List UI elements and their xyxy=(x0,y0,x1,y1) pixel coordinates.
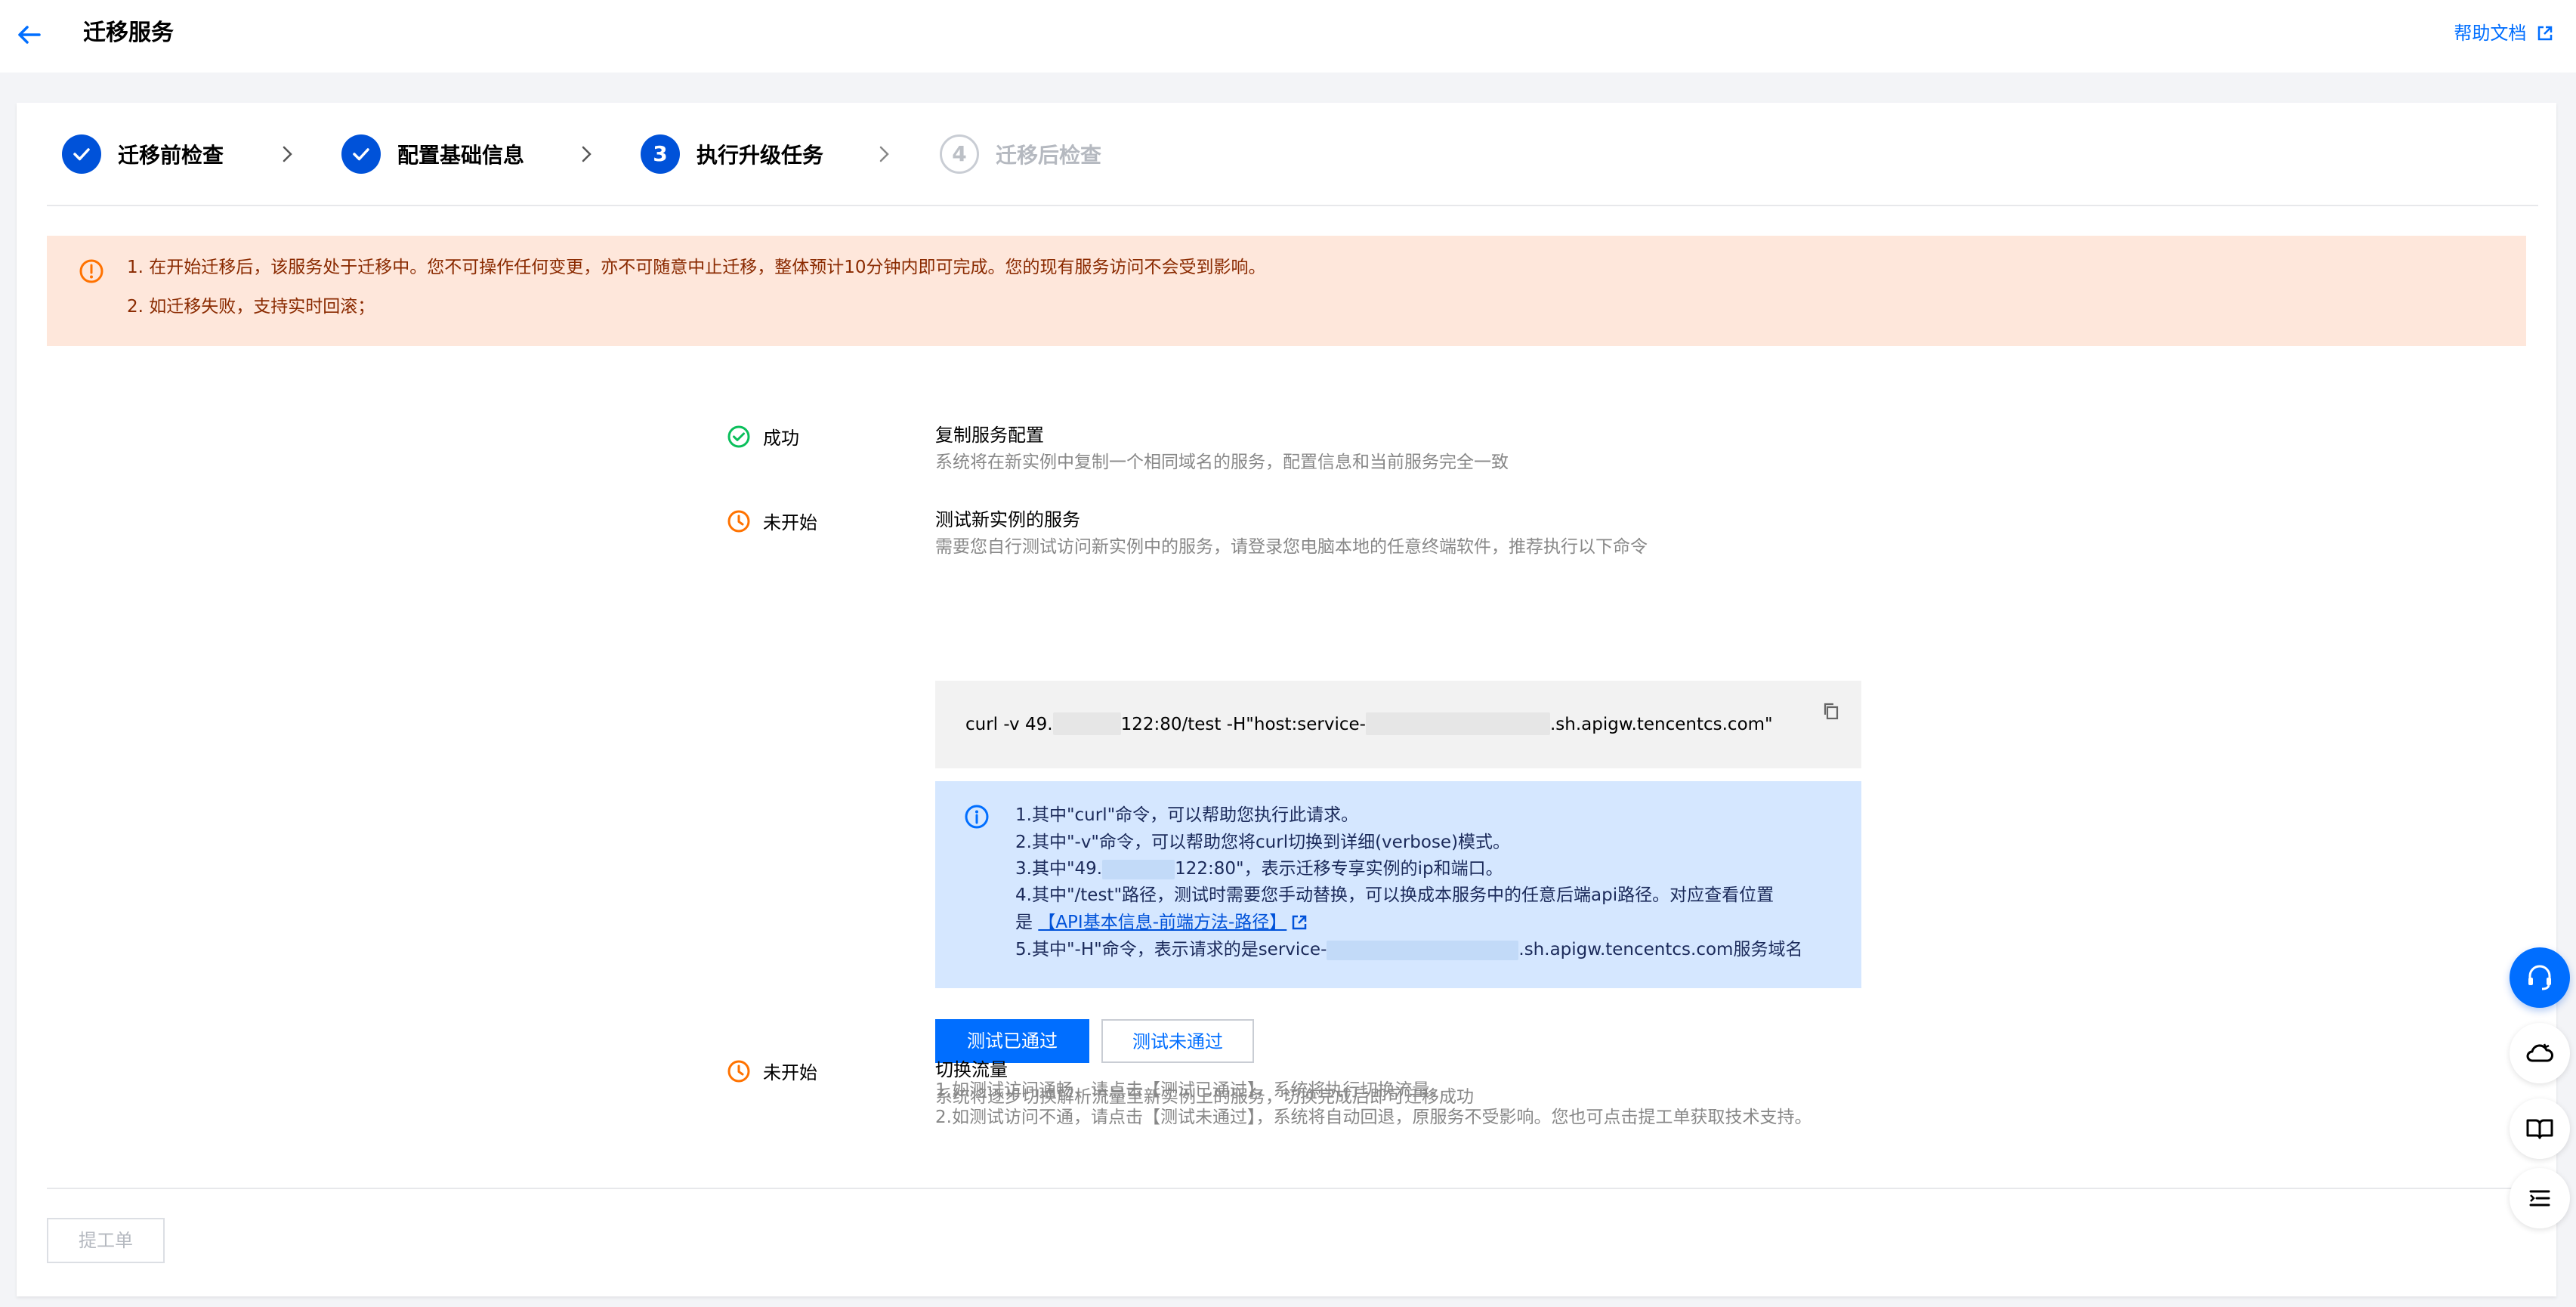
check-icon xyxy=(353,148,369,161)
redacted-text xyxy=(1365,712,1550,735)
page-title: 迁移服务 xyxy=(83,20,174,46)
chevron-right-icon xyxy=(582,146,591,162)
task-status: 成功 xyxy=(727,423,799,450)
task-title: 切换流量 xyxy=(935,1059,1008,1080)
command-text[interactable]: curl -v 49. 122:80/test -H"host:service-.… xyxy=(965,711,1773,738)
command-part: .sh.apigw.tencentcs.com" xyxy=(1549,715,1773,734)
top-bar: 迁移服务 帮助文档 xyxy=(0,0,2576,73)
info-text: 5.其中"-H"命令，表示请求的是service- .sh.apigw.tence… xyxy=(1015,937,1802,962)
copy-icon[interactable] xyxy=(1821,700,1842,721)
step-label: 执行升级任务 xyxy=(697,143,824,168)
task-title: 复制服务配置 xyxy=(935,425,1044,446)
headset-icon xyxy=(2528,965,2551,990)
steps-bar: 迁移前检查 配置基础信息 3 执行升级任务 4 迁移后检查 xyxy=(47,133,2510,175)
check-icon xyxy=(73,148,90,161)
info-circle-icon xyxy=(965,805,989,829)
step-label: 配置基础信息 xyxy=(397,143,525,168)
cloud-icon xyxy=(2526,1043,2553,1062)
help-docs-label: 帮助文档 xyxy=(2454,23,2527,44)
info-text-part: 3.其中"49. xyxy=(1015,859,1103,879)
step-label: 迁移后检查 xyxy=(996,143,1102,168)
api-path-doc-label: 【API基本信息-前端方法-路径】 xyxy=(1038,913,1287,932)
step-label: 迁移前检查 xyxy=(118,143,224,168)
task-status: 未开始 xyxy=(727,508,817,534)
alert-text: 2. 如迁移失败，支持实时回滚； xyxy=(127,297,375,317)
arrow-left-icon[interactable] xyxy=(15,21,42,48)
command-part: curl -v 49. xyxy=(965,715,1053,734)
step-pre-check: 迁移前检查 xyxy=(62,133,224,175)
redacted-text xyxy=(1052,712,1121,735)
list-indent-icon xyxy=(2529,1190,2550,1207)
step-number-badge: 3 xyxy=(641,134,680,174)
command-part: 122:80/test -H"host:service- xyxy=(1120,715,1366,734)
info-text-part: 5.其中"-H"命令，表示请求的是service- xyxy=(1015,940,1327,959)
info-text-part: .sh.apigw.tencentcs.com服务域名 xyxy=(1518,940,1803,959)
task-status-text: 成功 xyxy=(763,428,799,449)
clock-icon xyxy=(727,510,750,532)
submit-ticket-button[interactable]: 提工单 xyxy=(47,1218,165,1263)
info-text-part: 122:80"，表示迁移专享实例的ip和端口。 xyxy=(1175,859,1503,879)
clock-icon xyxy=(727,1060,750,1082)
redacted-text xyxy=(1327,941,1519,960)
step-basic-config: 配置基础信息 xyxy=(341,133,524,175)
api-path-doc-link[interactable]: 【API基本信息-前端方法-路径】 xyxy=(1038,913,1308,932)
task-status-text: 未开始 xyxy=(763,512,817,533)
divider xyxy=(47,1188,2538,1189)
info-box: 1.其中"curl"命令，可以帮助您执行此请求。 2.其中"-v"命令，可以帮助… xyxy=(935,781,1861,988)
external-link-icon xyxy=(1293,915,1307,930)
chevron-right-icon xyxy=(283,146,292,162)
step-number: 3 xyxy=(653,141,668,166)
warning-circle-icon xyxy=(79,259,103,283)
test-passed-button[interactable]: 测试已通过 xyxy=(935,1019,1089,1063)
step-execute-upgrade: 3 执行升级任务 xyxy=(641,133,823,175)
step-done-badge xyxy=(62,134,101,174)
step-number: 4 xyxy=(952,141,967,166)
info-text: 2.其中"-v"命令，可以帮助您将curl切换到详细(verbose)模式。 xyxy=(1015,833,1511,852)
docs-button[interactable] xyxy=(2510,1098,2570,1159)
info-text: 1.其中"curl"命令，可以帮助您执行此请求。 xyxy=(1015,805,1359,825)
book-icon xyxy=(2526,1119,2553,1139)
task-desc: 需要您自行测试访问新实例中的服务，请登录您电脑本地的任意终端软件，推荐执行以下命… xyxy=(935,537,1648,557)
chevron-right-icon xyxy=(879,146,889,162)
cloud-service-button[interactable] xyxy=(2510,1023,2570,1083)
task-desc: 系统将在新实例中复制一个相同域名的服务，配置信息和当前服务完全一致 xyxy=(935,453,1509,472)
external-link-icon xyxy=(2537,26,2553,41)
outline-menu-button[interactable] xyxy=(2510,1168,2570,1228)
step-done-badge xyxy=(341,134,381,174)
info-text: 4.其中"/test"路径，测试时需要您手动替换，可以换成本服务中的任意后端ap… xyxy=(1015,885,1774,905)
command-box: curl -v 49. 122:80/test -H"host:service-.… xyxy=(935,681,1861,768)
task-status: 未开始 xyxy=(727,1058,817,1084)
task-title: 测试新实例的服务 xyxy=(935,509,1080,530)
main-card: 迁移前检查 配置基础信息 3 执行升级任务 4 迁移后检查 1. 在开始迁移后，… xyxy=(17,103,2556,1296)
info-text-part: 是 xyxy=(1015,913,1039,932)
task-status-text: 未开始 xyxy=(763,1062,817,1083)
info-text: 是 【API基本信息-前端方法-路径】 xyxy=(1015,910,1308,935)
customer-service-button[interactable] xyxy=(2510,947,2570,1008)
step-post-check: 4 迁移后检查 xyxy=(940,133,1101,175)
test-failed-button[interactable]: 测试未通过 xyxy=(1101,1019,1254,1063)
help-docs-link[interactable]: 帮助文档 xyxy=(2454,21,2553,45)
success-check-icon xyxy=(727,425,750,447)
divider xyxy=(47,205,2538,206)
alert-text: 1. 在开始迁移后，该服务处于迁移中。您不可操作任何变更，亦不可随意中止迁移，整… xyxy=(127,258,1266,277)
info-text: 3.其中"49. 122:80"，表示迁移专享实例的ip和端口。 xyxy=(1015,856,1503,882)
redacted-text xyxy=(1102,860,1175,879)
step-number-badge: 4 xyxy=(940,134,979,174)
task-desc: 系统将逐步切换解析流量至新实例上的服务，切换完成后即可迁移成功 xyxy=(935,1087,1474,1107)
warning-alert: 1. 在开始迁移后，该服务处于迁移中。您不可操作任何变更，亦不可随意中止迁移，整… xyxy=(47,236,2526,346)
